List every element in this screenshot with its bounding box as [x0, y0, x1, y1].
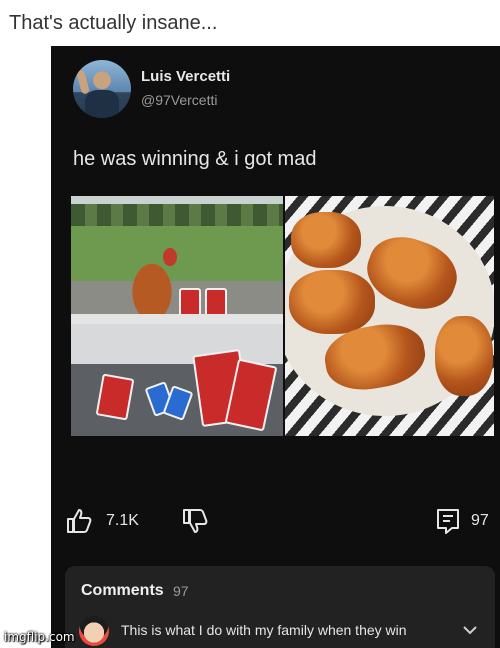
photo-path — [71, 281, 283, 316]
watermark: imgflip.com — [4, 630, 75, 644]
avatar-arm — [76, 69, 90, 95]
window-sill — [71, 324, 283, 364]
photo-grass — [71, 226, 283, 281]
chicken-piece — [435, 316, 493, 396]
thumbs-up-icon[interactable] — [65, 508, 95, 539]
comments-title: Comments — [81, 582, 164, 599]
comment-preview-text: This is what I do with my family when th… — [121, 622, 407, 638]
user-handle[interactable]: @97Vercetti — [141, 92, 217, 108]
post-card: Luis Vercetti @97Vercetti he was winning… — [51, 46, 500, 648]
chicken-piece — [289, 270, 375, 334]
comment-count: 97 — [471, 512, 489, 529]
comments-count: 97 — [173, 583, 189, 599]
chevron-down-icon[interactable] — [463, 622, 477, 640]
chicken-piece — [291, 212, 361, 268]
user-name[interactable]: Luis Vercetti — [141, 68, 230, 85]
photo-fried-chicken[interactable] — [285, 196, 494, 436]
comment-icon[interactable] — [436, 508, 460, 539]
comments-panel[interactable]: Comments 97 This is what I do with my fa… — [65, 566, 495, 648]
avatar-body — [85, 90, 119, 118]
like-count: 7.1K — [106, 512, 139, 529]
tweet-text: he was winning & i got mad — [73, 148, 317, 170]
avatar[interactable] — [73, 60, 131, 118]
comment-avatar — [79, 616, 109, 646]
rooster-head — [163, 248, 177, 266]
caption: That's actually insane... — [9, 12, 218, 34]
thumbs-down-icon[interactable] — [181, 508, 209, 539]
photo-rooster-uno[interactable] — [71, 196, 283, 436]
window-frame — [71, 314, 283, 324]
